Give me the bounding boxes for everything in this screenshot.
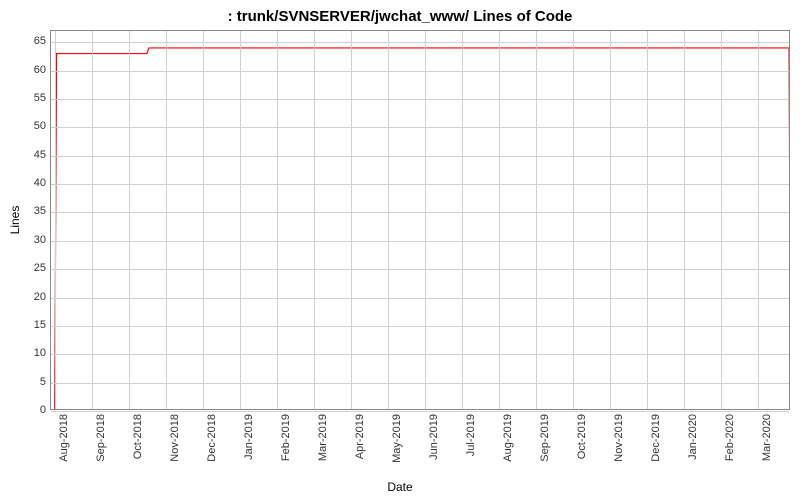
y-tick-label: 60 <box>6 64 46 76</box>
grid-line-vertical <box>129 31 130 409</box>
grid-line-vertical <box>462 31 463 409</box>
grid-line-vertical <box>573 31 574 409</box>
grid-line-horizontal <box>51 354 789 355</box>
grid-line-vertical <box>92 31 93 409</box>
chart-container: : trunk/SVNSERVER/jwchat_www/ Lines of C… <box>0 0 800 500</box>
x-tick-label: Oct-2019 <box>576 414 588 459</box>
y-tick-label: 10 <box>6 347 46 359</box>
grid-line-vertical <box>277 31 278 409</box>
grid-line-vertical <box>240 31 241 409</box>
x-tick-label: Mar-2020 <box>761 414 773 461</box>
x-tick-label: Dec-2018 <box>206 414 218 462</box>
x-tick-label: Nov-2018 <box>169 414 181 462</box>
chart-title: : trunk/SVNSERVER/jwchat_www/ Lines of C… <box>0 8 800 25</box>
y-tick-label: 30 <box>6 234 46 246</box>
x-axis-label: Date <box>0 480 800 494</box>
grid-line-vertical <box>388 31 389 409</box>
grid-line-horizontal <box>51 411 789 412</box>
grid-line-horizontal <box>51 99 789 100</box>
x-tick-label: May-2019 <box>391 414 403 463</box>
y-tick-label: 40 <box>6 177 46 189</box>
data-series-line <box>51 31 789 409</box>
x-tick-label: Nov-2019 <box>613 414 625 462</box>
x-tick-label: Dec-2019 <box>650 414 662 462</box>
grid-line-horizontal <box>51 212 789 213</box>
grid-line-horizontal <box>51 156 789 157</box>
x-tick-label: Jul-2019 <box>465 414 477 456</box>
x-tick-label: Jun-2019 <box>428 414 440 460</box>
grid-line-vertical <box>351 31 352 409</box>
grid-line-vertical <box>758 31 759 409</box>
grid-line-vertical <box>166 31 167 409</box>
grid-line-vertical <box>721 31 722 409</box>
y-tick-label: 35 <box>6 205 46 217</box>
x-tick-label: Apr-2019 <box>354 414 366 459</box>
grid-line-horizontal <box>51 298 789 299</box>
grid-line-vertical <box>536 31 537 409</box>
x-tick-label: Feb-2019 <box>280 414 292 461</box>
grid-line-horizontal <box>51 184 789 185</box>
grid-line-horizontal <box>51 326 789 327</box>
x-tick-label: Jan-2019 <box>243 414 255 460</box>
x-tick-label: Oct-2018 <box>132 414 144 459</box>
grid-line-vertical <box>55 31 56 409</box>
grid-line-vertical <box>499 31 500 409</box>
y-tick-label: 20 <box>6 291 46 303</box>
grid-line-vertical <box>203 31 204 409</box>
plot-area <box>50 30 790 410</box>
y-tick-label: 5 <box>6 376 46 388</box>
grid-line-horizontal <box>51 127 789 128</box>
grid-line-horizontal <box>51 71 789 72</box>
x-tick-label: Mar-2019 <box>317 414 329 461</box>
x-tick-label: Sep-2018 <box>95 414 107 462</box>
x-tick-label: Aug-2018 <box>58 414 70 462</box>
y-tick-label: 0 <box>6 404 46 416</box>
grid-line-horizontal <box>51 42 789 43</box>
y-tick-label: 50 <box>6 120 46 132</box>
y-tick-label: 65 <box>6 35 46 47</box>
y-tick-label: 55 <box>6 92 46 104</box>
grid-line-horizontal <box>51 383 789 384</box>
y-tick-label: 25 <box>6 262 46 274</box>
y-tick-label: 15 <box>6 319 46 331</box>
y-tick-label: 45 <box>6 149 46 161</box>
grid-line-vertical <box>684 31 685 409</box>
x-tick-label: Aug-2019 <box>502 414 514 462</box>
grid-line-vertical <box>314 31 315 409</box>
grid-line-horizontal <box>51 269 789 270</box>
x-tick-label: Sep-2019 <box>539 414 551 462</box>
grid-line-vertical <box>647 31 648 409</box>
grid-line-vertical <box>425 31 426 409</box>
grid-line-vertical <box>610 31 611 409</box>
x-tick-label: Jan-2020 <box>687 414 699 460</box>
x-tick-label: Feb-2020 <box>724 414 736 461</box>
grid-line-horizontal <box>51 241 789 242</box>
